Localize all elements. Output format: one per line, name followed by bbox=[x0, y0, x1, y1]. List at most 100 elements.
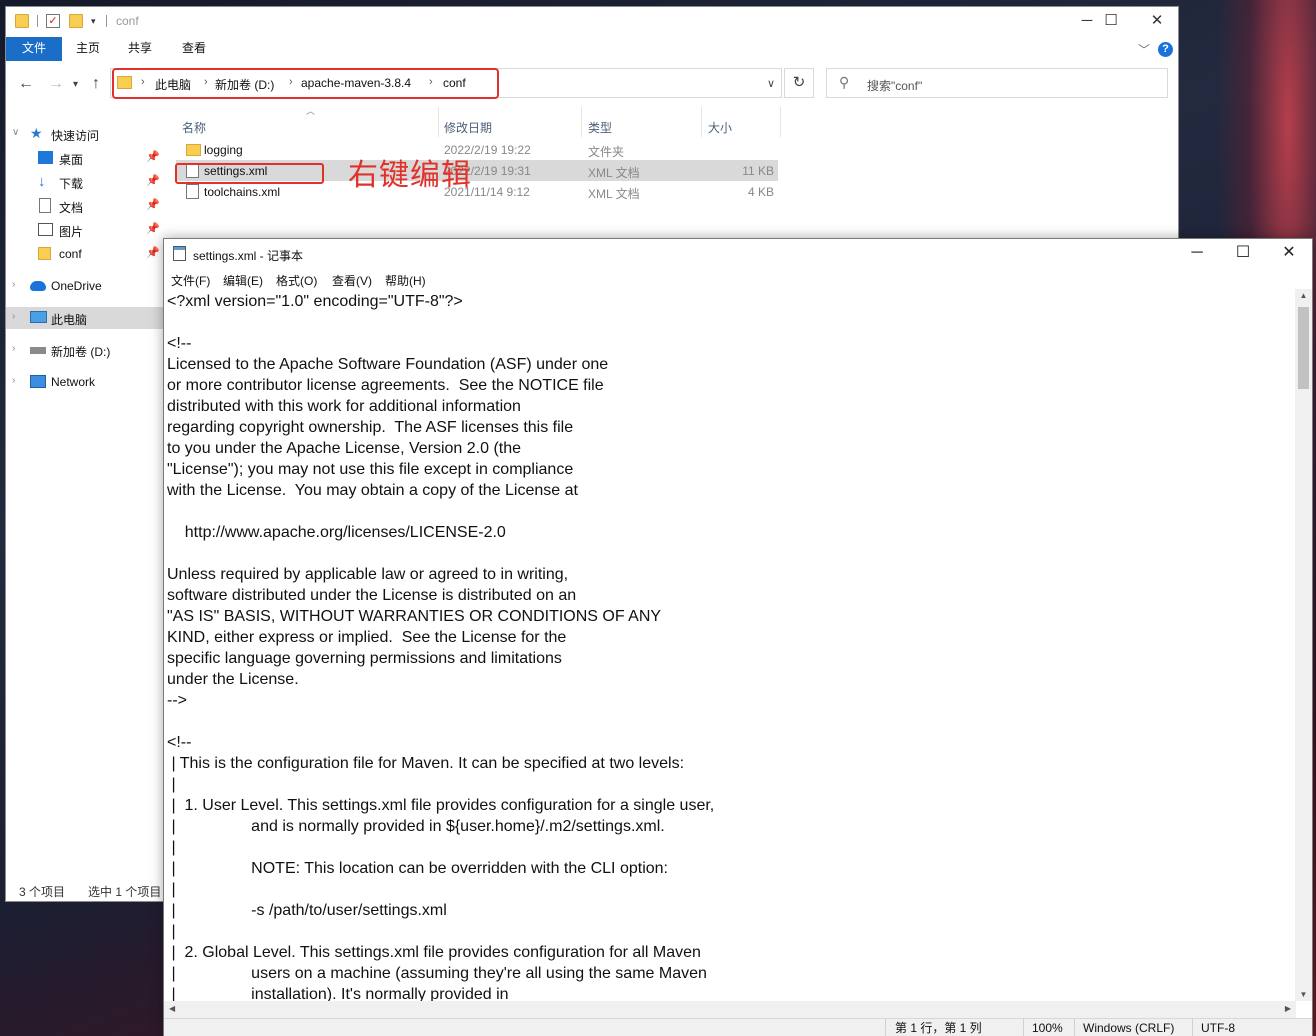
file-highlight-box bbox=[175, 163, 324, 184]
vertical-scrollbar[interactable]: ▲ ▼ bbox=[1295, 289, 1312, 1001]
sidebar-item-quick-access[interactable]: ∨ ★ 快速访问 bbox=[6, 123, 164, 145]
explorer-status-bar: 3 个项目 选中 1 个项目 bbox=[6, 879, 166, 901]
column-type[interactable]: 类型 bbox=[588, 119, 612, 136]
refresh-icon[interactable]: ↻ bbox=[784, 68, 814, 98]
column-divider[interactable] bbox=[780, 107, 781, 137]
column-divider[interactable] bbox=[438, 107, 439, 137]
menu-edit[interactable]: 编辑(E) bbox=[223, 272, 263, 289]
up-arrow-icon[interactable]: ↑ bbox=[92, 75, 100, 93]
minimize-icon[interactable]: ─ bbox=[1174, 239, 1220, 269]
sidebar-label: 桌面 bbox=[59, 153, 84, 167]
scroll-right-icon[interactable]: ▶ bbox=[1285, 1004, 1291, 1013]
cursor-position: 第 1 行，第 1 列 bbox=[885, 1019, 1023, 1036]
scroll-thumb[interactable] bbox=[1298, 307, 1309, 389]
scroll-down-icon[interactable]: ▼ bbox=[1295, 990, 1312, 999]
selected-count: 选中 1 个项目 bbox=[88, 885, 162, 899]
text-editor-area[interactable]: <?xml version="1.0" encoding="UTF-8"?> <… bbox=[164, 289, 1296, 1001]
tab-home[interactable]: 主页 bbox=[70, 37, 106, 61]
navigation-pane: ∨ ★ 快速访问 桌面 📌 ↓ 下载 📌 文档 📌 图片 📌 conf 📌 › … bbox=[6, 117, 164, 877]
sidebar-item-conf[interactable]: conf 📌 bbox=[6, 243, 164, 265]
computer-icon bbox=[30, 311, 47, 323]
sidebar-label: OneDrive bbox=[51, 279, 102, 293]
forward-arrow-icon[interactable]: → bbox=[48, 75, 64, 93]
sidebar-item-downloads[interactable]: ↓ 下载 📌 bbox=[6, 171, 164, 193]
new-folder-icon[interactable] bbox=[69, 14, 83, 28]
sidebar-item-this-pc[interactable]: › 此电脑 bbox=[6, 307, 164, 329]
sidebar-item-documents[interactable]: 文档 📌 bbox=[6, 195, 164, 217]
chevron-down-icon[interactable]: ∨ bbox=[12, 127, 19, 138]
file-row[interactable]: logging 2022/2/19 19:22 文件夹 bbox=[176, 139, 778, 160]
folder-icon bbox=[186, 144, 201, 156]
tab-file[interactable]: 文件 bbox=[6, 37, 62, 61]
column-date[interactable]: 修改日期 bbox=[444, 119, 492, 136]
column-size[interactable]: 大小 bbox=[708, 119, 732, 136]
close-icon[interactable]: ✕ bbox=[1134, 7, 1180, 37]
pin-icon[interactable]: 📌 bbox=[146, 198, 160, 211]
search-input[interactable]: ⚲ 搜索"conf" bbox=[826, 68, 1168, 98]
search-placeholder: 搜索"conf" bbox=[867, 79, 923, 93]
recent-locations-icon[interactable]: ▾ bbox=[73, 79, 78, 90]
window-title: conf bbox=[116, 14, 139, 28]
sidebar-label: 文档 bbox=[59, 201, 84, 215]
file-row[interactable]: toolchains.xml 2021/11/14 9:12 XML 文档 4 … bbox=[176, 181, 778, 202]
sort-ascending-icon: ︿ bbox=[306, 106, 316, 116]
desktop-icon bbox=[38, 151, 53, 164]
chevron-right-icon[interactable]: › bbox=[12, 343, 15, 354]
search-icon: ⚲ bbox=[839, 74, 850, 90]
chevron-right-icon[interactable]: › bbox=[12, 375, 15, 386]
chevron-down-icon[interactable]: ∨ bbox=[767, 77, 775, 90]
column-divider[interactable] bbox=[581, 107, 582, 137]
sidebar-label: 此电脑 bbox=[51, 313, 88, 327]
menu-view[interactable]: 查看(V) bbox=[332, 272, 372, 289]
properties-icon[interactable]: ✓ bbox=[46, 14, 60, 28]
menu-format[interactable]: 格式(O) bbox=[276, 272, 317, 289]
pin-icon[interactable]: 📌 bbox=[146, 174, 160, 187]
window-title: settings.xml - 记事本 bbox=[193, 249, 304, 263]
sidebar-item-network[interactable]: › Network bbox=[6, 371, 164, 393]
zoom-level: 100% bbox=[1023, 1019, 1074, 1036]
maximize-icon[interactable]: ☐ bbox=[1088, 7, 1134, 37]
scroll-left-icon[interactable]: ◀ bbox=[169, 1004, 175, 1013]
file-type: 文件夹 bbox=[588, 145, 625, 159]
back-arrow-icon[interactable]: ← bbox=[18, 75, 34, 93]
sidebar-label: 快速访问 bbox=[51, 129, 100, 143]
notepad-window: settings.xml - 记事本 ─ ☐ ✕ 文件(F) 编辑(E) 格式(… bbox=[163, 238, 1313, 1036]
sidebar-item-onedrive[interactable]: › OneDrive bbox=[6, 275, 164, 297]
scroll-up-icon[interactable]: ▲ bbox=[1295, 291, 1312, 300]
toolbar-separator bbox=[106, 15, 107, 27]
sidebar-item-pictures[interactable]: 图片 📌 bbox=[6, 219, 164, 241]
maximize-icon[interactable]: ☐ bbox=[1220, 239, 1266, 269]
pin-icon[interactable]: 📌 bbox=[146, 222, 160, 235]
cloud-icon bbox=[30, 281, 46, 291]
help-icon[interactable]: ? bbox=[1158, 42, 1173, 57]
column-name[interactable]: 名称 bbox=[182, 119, 206, 136]
notepad-status-bar: 第 1 行，第 1 列 100% Windows (CRLF) UTF-8 bbox=[164, 1018, 1312, 1036]
chevron-down-icon[interactable]: ﹀ bbox=[1138, 41, 1150, 58]
file-size: 4 KB bbox=[747, 185, 774, 199]
document-icon bbox=[39, 198, 51, 213]
file-name: toolchains.xml bbox=[204, 185, 281, 199]
pin-icon[interactable]: 📌 bbox=[146, 246, 160, 259]
network-icon bbox=[30, 375, 46, 388]
file-type: XML 文档 bbox=[588, 166, 640, 180]
sidebar-item-drive-d[interactable]: › 新加卷 (D:) bbox=[6, 339, 164, 361]
sidebar-item-desktop[interactable]: 桌面 📌 bbox=[6, 147, 164, 169]
item-count: 3 个项目 bbox=[19, 885, 66, 899]
menu-help[interactable]: 帮助(H) bbox=[385, 272, 426, 289]
column-divider[interactable] bbox=[701, 107, 702, 137]
chevron-right-icon[interactable]: › bbox=[12, 311, 15, 322]
sidebar-label: Network bbox=[51, 375, 96, 389]
encoding: UTF-8 bbox=[1192, 1019, 1312, 1036]
close-icon[interactable]: ✕ bbox=[1266, 239, 1312, 269]
pin-icon[interactable]: 📌 bbox=[146, 150, 160, 163]
folder-icon bbox=[38, 247, 51, 260]
tab-view[interactable]: 查看 bbox=[176, 37, 212, 61]
menu-file[interactable]: 文件(F) bbox=[171, 272, 210, 289]
tab-share[interactable]: 共享 bbox=[122, 37, 158, 61]
chevron-right-icon[interactable]: › bbox=[12, 279, 15, 290]
folder-icon bbox=[15, 14, 29, 28]
customize-toolbar-icon[interactable]: ▾ bbox=[91, 16, 96, 27]
download-icon: ↓ bbox=[38, 173, 46, 190]
horizontal-scrollbar[interactable]: ◀ ▶ bbox=[164, 1001, 1296, 1018]
line-ending: Windows (CRLF) bbox=[1074, 1019, 1192, 1036]
